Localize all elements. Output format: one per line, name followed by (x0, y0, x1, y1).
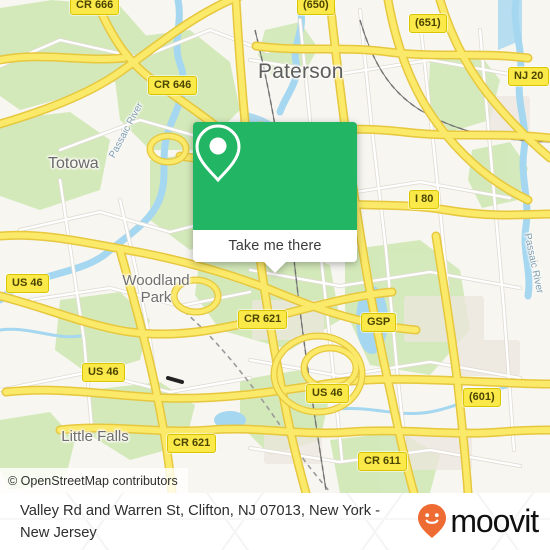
moovit-wordmark: moovit (450, 503, 539, 539)
map-pin-icon (195, 124, 241, 183)
attribution-text: © OpenStreetMap contributors (8, 473, 178, 488)
road-shield-us-46-east: US 46 (306, 384, 349, 403)
road-shield-601: (601) (463, 388, 501, 407)
road-shield-cr-621-north: CR 621 (238, 310, 288, 329)
road-shield-gsp: GSP (361, 313, 397, 332)
road-shield-cr-621-south: CR 621 (167, 434, 217, 453)
road-shield-650: (650) (297, 0, 335, 15)
callout-icon-area (193, 122, 357, 230)
callout-tail (264, 262, 286, 273)
moovit-smiley-pin-icon (418, 504, 447, 538)
road-shield-us-46-southwest: US 46 (82, 363, 125, 382)
road-shield-nj-20: NJ 20 (508, 67, 550, 86)
road-shield-i-80: I 80 (409, 190, 440, 209)
take-me-there-button[interactable]: Take me there (193, 230, 357, 262)
destination-callout[interactable]: Take me there (193, 122, 357, 273)
moovit-logo[interactable]: moovit (416, 503, 539, 539)
road-shield-cr-611: CR 611 (358, 452, 407, 471)
road-shield-651: (651) (409, 14, 447, 33)
road-shield-cr-646: CR 646 (148, 76, 198, 95)
road-shield-us-46-west: US 46 (6, 274, 49, 293)
footer-bar: Valley Rd and Warren St, Clifton, NJ 070… (0, 493, 550, 550)
location-address: Valley Rd and Warren St, Clifton, NJ 070… (20, 503, 381, 541)
take-me-there-label: Take me there (228, 238, 322, 254)
road-shield-cr-666: CR 666 (70, 0, 120, 15)
moovit-map-screenshot: Paterson Totowa Woodland Park Little Fal… (0, 0, 550, 550)
map-attribution[interactable]: © OpenStreetMap contributors (0, 468, 188, 493)
map-canvas[interactable]: Paterson Totowa Woodland Park Little Fal… (0, 0, 550, 493)
